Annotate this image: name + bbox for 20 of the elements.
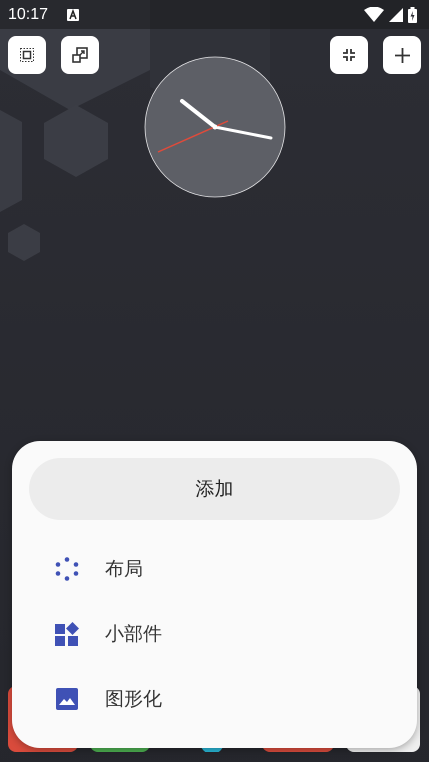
add-title-button[interactable]: 添加	[29, 458, 400, 520]
collapse-button[interactable]	[330, 36, 368, 74]
dots-circle-icon	[55, 556, 79, 580]
menu-item[interactable]: 小部件	[29, 601, 400, 666]
menu-item[interactable]: 布局	[29, 536, 400, 601]
select-frame-icon	[20, 48, 34, 62]
status-time: 10:17	[8, 6, 48, 24]
add-button[interactable]	[383, 36, 421, 74]
collapse-icon	[342, 48, 356, 62]
menu-item[interactable]: 图形化	[29, 666, 400, 731]
signal-icon	[389, 8, 403, 22]
widgets-icon	[55, 622, 79, 646]
wifi-icon	[364, 7, 384, 22]
image-icon	[56, 688, 78, 710]
battery-icon	[408, 6, 417, 22]
notification-icon	[67, 8, 80, 20]
plus-icon	[394, 48, 410, 62]
select-button[interactable]	[8, 36, 46, 74]
resize-button[interactable]	[61, 36, 99, 74]
resize-icon	[72, 47, 88, 63]
